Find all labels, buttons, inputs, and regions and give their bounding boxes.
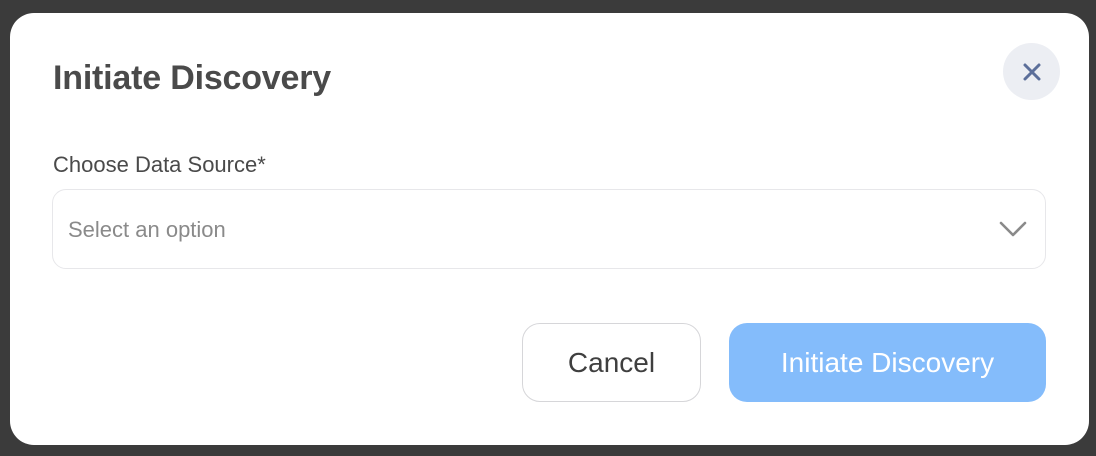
data-source-select[interactable]: Select an option bbox=[52, 189, 1046, 269]
data-source-placeholder: Select an option bbox=[68, 217, 226, 242]
close-button[interactable] bbox=[1003, 43, 1060, 100]
data-source-label: Choose Data Source* bbox=[53, 152, 266, 177]
close-icon bbox=[1023, 63, 1040, 80]
chevron-down-icon bbox=[999, 221, 1027, 237]
initiate-discovery-button[interactable]: Initiate Discovery bbox=[729, 323, 1046, 402]
dialog-title: Initiate Discovery bbox=[53, 59, 331, 97]
cancel-button[interactable]: Cancel bbox=[522, 323, 701, 402]
initiate-discovery-dialog: Initiate Discovery Choose Data Source* S… bbox=[10, 13, 1089, 445]
